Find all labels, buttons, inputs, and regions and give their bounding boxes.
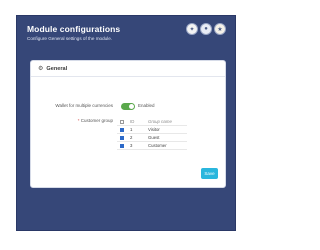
customer-group-label: * Customer group [78, 117, 113, 125]
column-header-id: ID [127, 118, 145, 126]
customer-group-table: ID Group name 1 Visitor 2 Guest 3 Custom… [117, 118, 187, 150]
group-id: 3 [127, 141, 145, 150]
group-checkbox[interactable] [120, 135, 124, 140]
gear-icon: ⚙ [38, 66, 44, 72]
panel-title: General [46, 65, 68, 72]
table-header-row: ID Group name [117, 118, 187, 126]
column-header-group-name: Group name [145, 118, 187, 126]
group-checkbox[interactable] [120, 127, 124, 132]
panel-header: ⚙ General [31, 61, 225, 77]
toggle-knob [129, 103, 134, 109]
select-all-checkbox[interactable] [120, 119, 124, 124]
page-subtitle: Configure General settings of the module… [27, 36, 113, 41]
select-all-cell[interactable] [117, 118, 127, 126]
save-button[interactable]: Save [201, 168, 218, 179]
table-row: 1 Visitor [117, 125, 187, 134]
group-name: Visitor [145, 125, 187, 134]
group-id: 1 [127, 125, 145, 134]
module-badge-icon[interactable]: ✦ [186, 23, 198, 35]
customer-group-label-text: Customer group [80, 118, 113, 123]
group-checkbox[interactable] [120, 143, 124, 148]
table-row: 2 Guest [117, 133, 187, 142]
wallet-state-label: Enabled [138, 103, 155, 108]
group-name: Guest [145, 133, 187, 142]
group-id: 2 [127, 133, 145, 142]
support-badge-icon[interactable]: ● [200, 23, 212, 35]
header-badges: ✦ ● ★ [186, 23, 226, 35]
rating-badge-icon[interactable]: ★ [214, 23, 226, 35]
wallet-toggle[interactable] [121, 102, 135, 110]
table-row: 3 Customer [117, 141, 187, 150]
required-mark: * [77, 118, 80, 123]
group-name: Customer [145, 141, 187, 150]
app-window: Module configurations Configure General … [16, 15, 236, 231]
wallet-row: Wallet for multiple currencies Enabled [31, 102, 225, 110]
general-panel: ⚙ General Wallet for multiple currencies… [30, 60, 226, 188]
wallet-label: Wallet for multiple currencies [55, 103, 113, 108]
